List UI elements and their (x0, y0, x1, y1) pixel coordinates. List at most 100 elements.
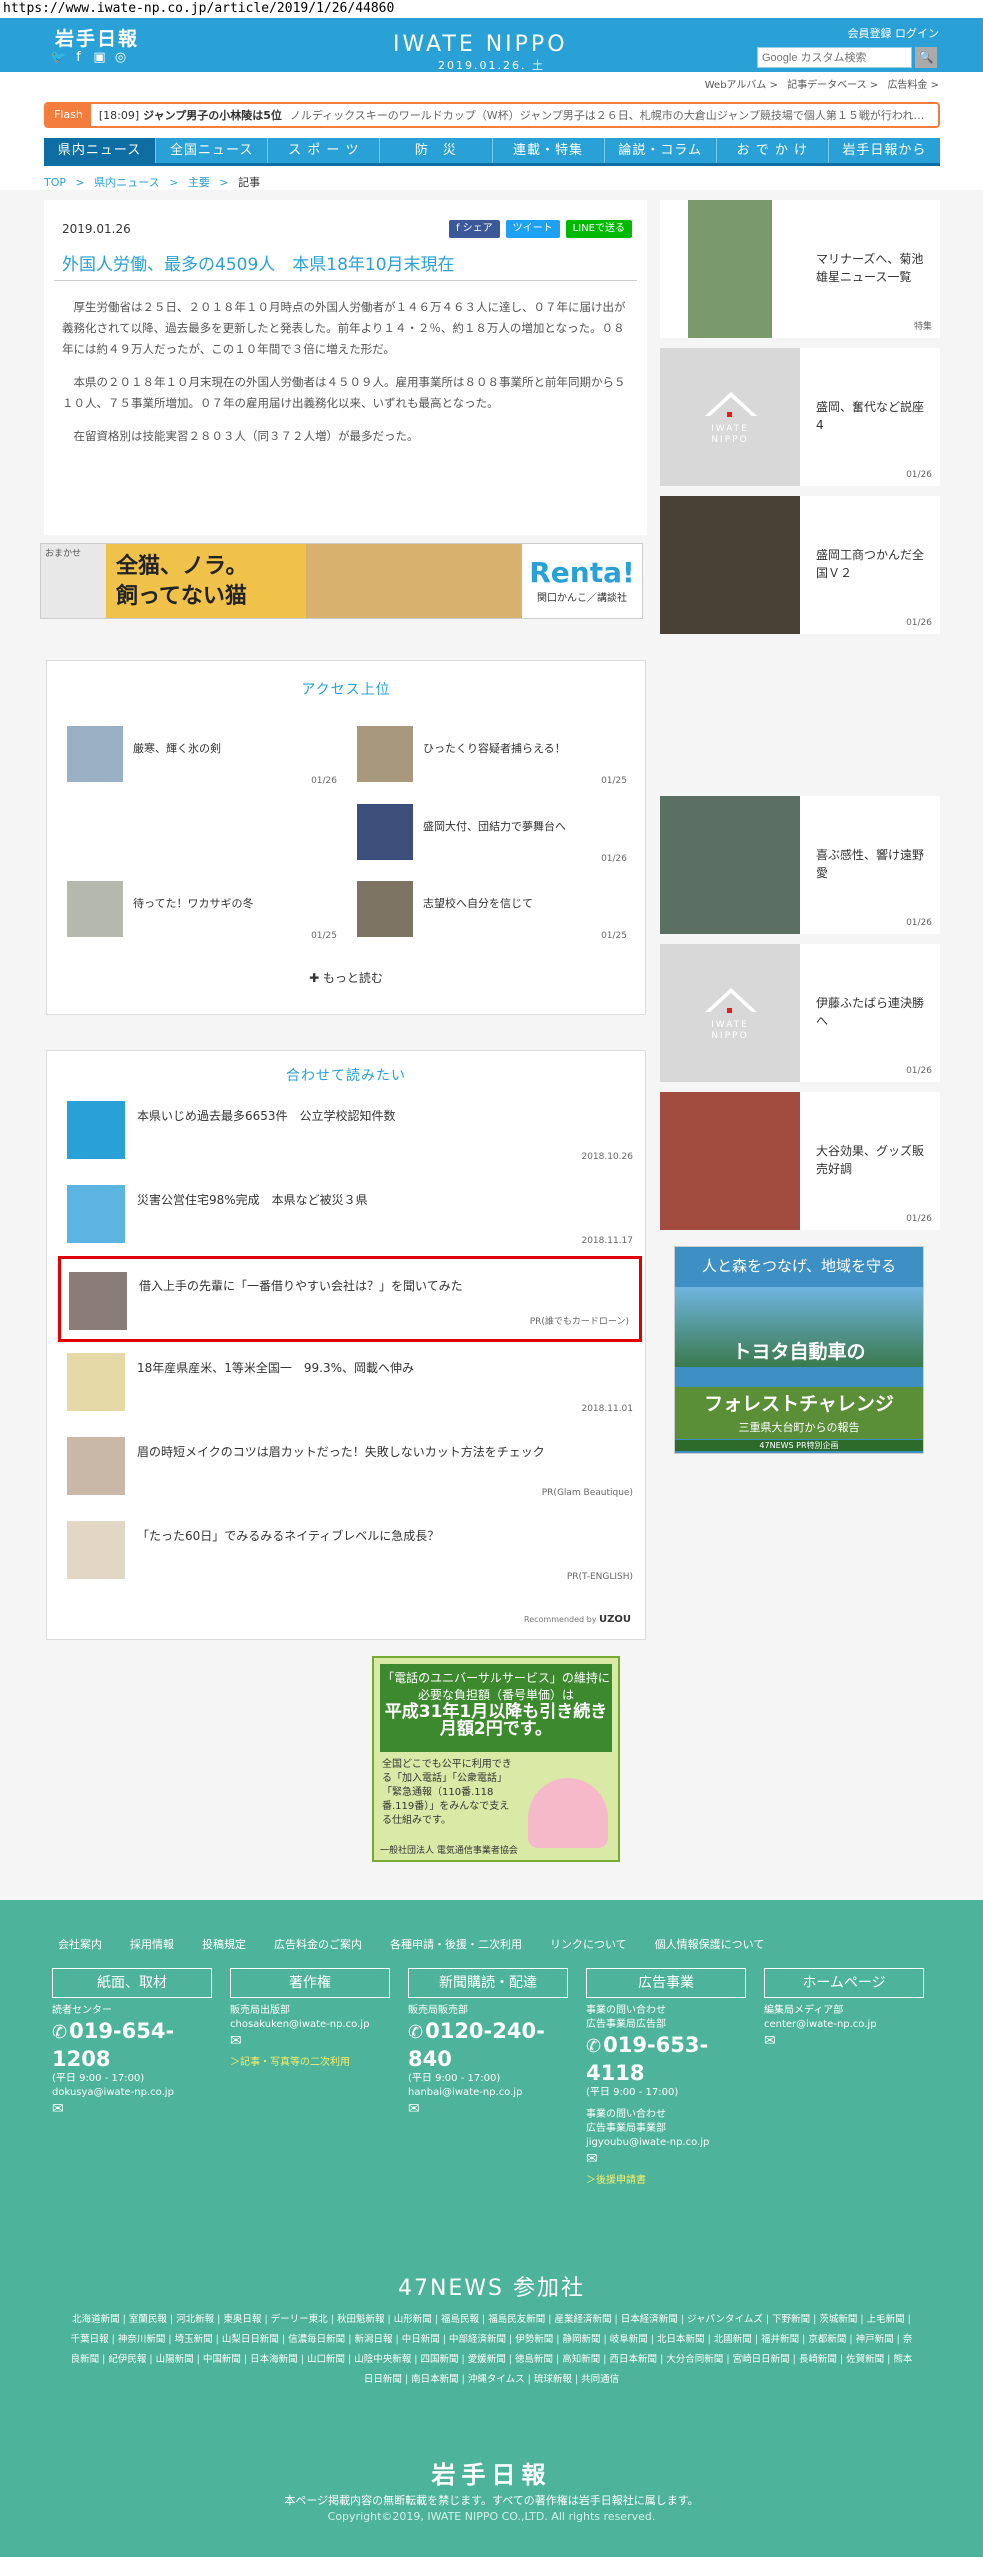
news-member-link[interactable]: 共同通信 (581, 2374, 619, 2385)
contact-email[interactable]: dokusya@iwate-np.co.jp (52, 2086, 212, 2100)
nav-disaster[interactable]: 防 災 (380, 138, 493, 163)
instagram-icon[interactable]: ◎ (113, 50, 128, 65)
news-member-link[interactable]: 四国新聞 (420, 2354, 467, 2365)
search-input[interactable] (757, 47, 912, 68)
nav-editorial[interactable]: 論説・コラム (605, 138, 717, 163)
flash-news-ticker[interactable]: Flash [18:09] ジャンプ男子の小林陵は5位 ノルディックスキーのワー… (44, 102, 940, 128)
news-member-link[interactable]: 北海道新聞 (72, 2314, 129, 2325)
news-member-link[interactable]: 山形新聞 (394, 2314, 441, 2325)
news-member-link[interactable]: 中国新聞 (203, 2354, 250, 2365)
breadcrumb-top[interactable]: TOP (44, 176, 66, 189)
sidebar-item[interactable]: マリナーズへ、菊池雄星ニュース一覧 特集 (660, 200, 940, 338)
news-member-link[interactable]: 紀伊民報 (108, 2354, 155, 2365)
footer-link-links[interactable]: リンクについて (550, 1936, 627, 1952)
news-member-link[interactable]: 新潟日報 (354, 2334, 401, 2345)
universal-service-ad[interactable]: 「電話のユニバーサルサービス」の維持に必要な負担額（番号単価）は 平成31年1月… (372, 1656, 620, 1862)
subnav-database[interactable]: 記事データベース > (787, 80, 878, 91)
news-member-link[interactable]: 沖縄タイムス (468, 2374, 534, 2385)
news-member-link[interactable]: 産業経済新聞 (555, 2314, 621, 2325)
news-member-link[interactable]: 静岡新聞 (563, 2334, 610, 2345)
contact-phone[interactable]: ✆019-654-1208 (52, 2018, 212, 2072)
news-member-link[interactable]: 東奥日報 (223, 2314, 270, 2325)
nav-outing[interactable]: お で か け (717, 138, 829, 163)
news-member-link[interactable]: 下野新聞 (772, 2314, 819, 2325)
twitter-share-button[interactable]: ツイート (505, 220, 560, 238)
news-member-link[interactable]: 信濃毎日新聞 (288, 2334, 354, 2345)
news-member-link[interactable]: 山梨日日新聞 (222, 2334, 288, 2345)
news-member-link[interactable]: 大分合同新聞 (666, 2354, 732, 2365)
access-item[interactable]: ひったくり容疑者捕らえる！ 01/25 (357, 726, 627, 786)
footer-link-privacy[interactable]: 個人情報保護について (655, 1936, 765, 1952)
news-member-link[interactable]: 上毛新聞 (867, 2314, 911, 2325)
news-member-link[interactable]: 中日新聞 (402, 2334, 449, 2345)
news-member-link[interactable]: 中部経済新聞 (449, 2334, 515, 2345)
subnav-ad-rates[interactable]: 広告料金 > (887, 80, 939, 91)
breadcrumb-main[interactable]: 主要 (188, 176, 210, 189)
news-member-link[interactable]: 徳島新聞 (515, 2354, 562, 2365)
contact-email[interactable]: hanbai@iwate-np.co.jp (408, 2086, 568, 2100)
nav-national-news[interactable]: 全国ニュース (156, 138, 269, 163)
news-member-link[interactable]: デーリー東北 (271, 2314, 337, 2325)
facebook-share-button[interactable]: f シェア (448, 220, 500, 238)
news-member-link[interactable]: 千葉日報 (71, 2334, 118, 2345)
news-member-link[interactable]: 日本海新聞 (250, 2354, 307, 2365)
breadcrumb-prefecture-news[interactable]: 県内ニュース (94, 176, 159, 189)
secondary-use-link[interactable]: ＞記事・写真等の二次利用 (230, 2056, 390, 2070)
news-member-link[interactable]: 福井新聞 (761, 2334, 808, 2345)
url-bar[interactable]: https://www.iwate-np.co.jp/article/2019/… (0, 0, 983, 18)
news-member-link[interactable]: 日本経済新聞 (621, 2314, 687, 2325)
brand-name[interactable]: IWATE NIPPO (393, 32, 568, 57)
related-item[interactable]: 18年産県産米、1等米全国一 99.3%、岡載へ伸み 2018.11.01 (67, 1353, 633, 1433)
contact-phone[interactable]: ✆0120-240-840 (408, 2018, 568, 2072)
news-member-link[interactable]: 埼玉新聞 (175, 2334, 222, 2345)
news-member-link[interactable]: 山口新聞 (307, 2354, 354, 2365)
line-share-button[interactable]: LINEで送る (565, 220, 632, 238)
nav-prefecture-news[interactable]: 県内ニュース (44, 138, 157, 163)
flash-headline[interactable]: ジャンプ男子の小林陵は5位 (143, 107, 282, 123)
sidebar-item[interactable]: 喜ぶ感性、響け遠野愛 01/26 (660, 796, 940, 934)
line-icon[interactable]: ▣ (92, 50, 107, 65)
mail-icon[interactable]: ✉ (408, 2102, 568, 2116)
nav-series[interactable]: 連載・特集 (493, 138, 605, 163)
access-item[interactable]: 志望校へ自分を信じて 01/25 (357, 881, 627, 941)
news-member-link[interactable]: 福島民友新聞 (488, 2314, 554, 2325)
facebook-icon[interactable]: f (71, 50, 86, 65)
sidebar-item[interactable]: 大谷効果、グッズ販売好調 01/26 (660, 1092, 940, 1230)
news-member-link[interactable]: 高知新聞 (562, 2354, 609, 2365)
contact-phone[interactable]: ✆019-653-4118 (586, 2032, 746, 2086)
related-item[interactable]: 災害公営住宅98%完成 本県など被災３県 2018.11.17 (67, 1185, 633, 1265)
access-item[interactable]: 厳寒、輝く氷の剣 01/26 (67, 726, 337, 786)
news-member-link[interactable]: 琉球新報 (534, 2374, 581, 2385)
more-button[interactable]: ✚ もっと読む (47, 969, 645, 986)
sponsorship-application-link[interactable]: ＞後援申請書 (586, 2174, 746, 2188)
news-member-link[interactable]: 河北新報 (176, 2314, 223, 2325)
footer-link-submission[interactable]: 投稿規定 (202, 1936, 246, 1952)
renta-ad-banner[interactable]: おまかせ 全猫、ノラ。 飼ってない猫 Renta! 関口かんこ／講談社 (40, 543, 643, 619)
news-member-link[interactable]: 南日本新聞 (411, 2374, 468, 2385)
news-member-link[interactable]: 伊勢新聞 (515, 2334, 562, 2345)
news-member-link[interactable]: 京都新聞 (808, 2334, 855, 2345)
related-item[interactable]: 「たった60日」でみるみるネイティブレベルに急成長？ PR(T-ENGLISH) (67, 1521, 633, 1601)
news-member-link[interactable]: 宮崎日日新聞 (733, 2354, 799, 2365)
sidebar-item[interactable]: IWATE NIPPO 盛岡、奮代など説座4 01/26 (660, 348, 940, 486)
news-member-link[interactable]: 福島民報 (441, 2314, 488, 2325)
search-button[interactable]: 🔍 (915, 47, 937, 68)
footer-logo[interactable]: 岩手日報 (0, 2455, 983, 2490)
news-member-link[interactable]: 山陰中央新報 (354, 2354, 420, 2365)
news-member-link[interactable]: 茨城新聞 (819, 2314, 866, 2325)
news-member-link[interactable]: 佐賀新聞 (846, 2354, 893, 2365)
news-member-link[interactable]: 神戸新聞 (856, 2334, 903, 2345)
twitter-icon[interactable]: 🐦 (50, 50, 66, 65)
news-member-link[interactable]: 岐阜新聞 (610, 2334, 657, 2345)
recommended-by[interactable]: Recommended by UZOU (524, 1614, 631, 1625)
news-member-link[interactable]: 室蘭民報 (129, 2314, 176, 2325)
related-item[interactable]: 本県いじめ過去最多6653件 公立学校認知件数 2018.10.26 (67, 1101, 633, 1181)
mail-icon[interactable]: ✉ (230, 2034, 390, 2048)
news-member-link[interactable]: 長崎新聞 (799, 2354, 846, 2365)
news-member-link[interactable]: 愛媛新聞 (468, 2354, 515, 2365)
news-member-link[interactable]: 秋田魁新報 (337, 2314, 394, 2325)
contact-email[interactable]: chosakuken@iwate-np.co.jp (230, 2018, 390, 2032)
nav-from-nippo[interactable]: 岩手日報から (829, 138, 940, 163)
news-member-link[interactable]: ジャパンタイムズ (687, 2314, 772, 2325)
nav-sports[interactable]: ス ポ ー ツ (268, 138, 381, 163)
